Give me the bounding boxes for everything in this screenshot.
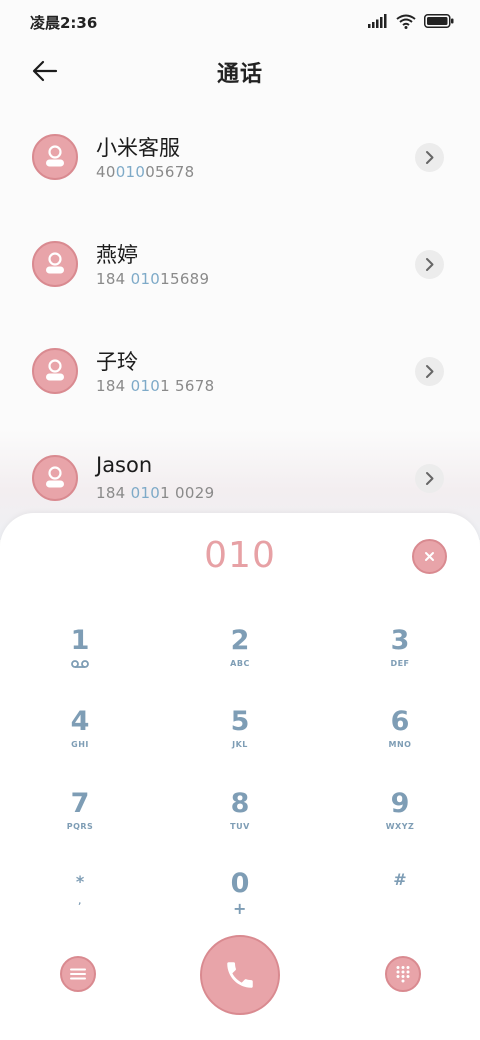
key-7[interactable]: 7 PQRS <box>20 788 140 848</box>
contact-item[interactable]: 小米客服 4001005678 <box>0 134 480 204</box>
key-letters: , <box>78 897 82 906</box>
key-digit: 6 <box>390 706 410 737</box>
key-letters: PQRS <box>66 822 94 831</box>
key-letters: WXYZ <box>385 822 415 831</box>
header: 通话 <box>0 48 480 96</box>
keypad-grid-icon <box>396 966 410 983</box>
key-digit: 2 <box>230 625 250 656</box>
contact-avatar <box>32 348 78 394</box>
contact-number: 184 01015689 <box>96 270 209 288</box>
contact-detail-button[interactable] <box>415 143 444 172</box>
contact-number: 184 0101 5678 <box>96 377 214 395</box>
key-digit: 1 <box>70 625 90 656</box>
key-digit: 7 <box>70 788 90 819</box>
person-icon <box>46 252 64 274</box>
menu-button[interactable] <box>60 956 96 992</box>
contact-item[interactable]: 燕婷 184 01015689 <box>0 241 480 311</box>
number-match: 010 <box>130 377 161 395</box>
close-icon <box>425 552 434 561</box>
key-0[interactable]: 0 + <box>180 868 300 928</box>
dial-input[interactable]: 010 <box>0 535 480 576</box>
chevron-right-icon <box>426 365 434 378</box>
clear-button[interactable] <box>412 539 447 574</box>
phone-icon <box>227 962 253 988</box>
contact-name: 小米客服 <box>96 136 180 160</box>
contact-name: 燕婷 <box>96 243 138 267</box>
wifi-icon <box>396 14 416 29</box>
call-button[interactable] <box>200 935 280 1015</box>
key-letters: ABC <box>230 659 250 668</box>
key-9[interactable]: 9 WXYZ <box>340 788 460 848</box>
chevron-right-icon <box>426 151 434 164</box>
key-letters: + <box>233 899 247 918</box>
key-5[interactable]: 5 JKL <box>180 706 300 766</box>
contact-detail-button[interactable] <box>415 464 444 493</box>
key-8[interactable]: 8 TUV <box>180 788 300 848</box>
menu-icon <box>70 968 86 980</box>
key-digit: 3 <box>390 625 410 656</box>
key-letters: MNO <box>388 740 412 749</box>
key-letters: TUV <box>230 822 250 831</box>
voicemail-icon <box>71 660 89 668</box>
person-icon <box>46 466 64 488</box>
key-digit: * <box>75 872 85 891</box>
contact-name: 子玲 <box>96 350 138 374</box>
number-match: 010 <box>130 484 161 502</box>
number-prefix: 184 <box>96 377 131 395</box>
status-icons <box>368 13 454 29</box>
key-digit: # <box>393 870 407 889</box>
contact-detail-button[interactable] <box>415 250 444 279</box>
contact-avatar <box>32 455 78 501</box>
page-title: 通话 <box>216 62 263 87</box>
number-match: 010 <box>115 163 146 181</box>
key-hash[interactable]: # <box>340 867 460 927</box>
contact-name: Jason <box>96 453 153 477</box>
chevron-right-icon <box>426 472 434 485</box>
number-suffix: 15689 <box>160 270 210 288</box>
status-time: 凌晨2:36 <box>30 14 98 32</box>
key-digit: 9 <box>390 788 410 819</box>
number-suffix: 05678 <box>145 163 195 181</box>
dialpad-panel: 010 1 2 ABC 3 DEF 4 GHI 5 JKL 6 MNO 7 PQ… <box>0 513 480 1040</box>
contact-avatar <box>32 134 78 180</box>
key-star[interactable]: * , <box>20 869 140 929</box>
contact-detail-button[interactable] <box>415 357 444 386</box>
key-6[interactable]: 6 MNO <box>340 706 460 766</box>
key-3[interactable]: 3 DEF <box>340 625 460 685</box>
signal-icon <box>368 14 387 28</box>
contact-item[interactable]: 子玲 184 0101 5678 <box>0 348 480 418</box>
contact-avatar <box>32 241 78 287</box>
key-1[interactable]: 1 <box>20 625 140 685</box>
key-letters: DEF <box>390 659 410 668</box>
contact-number: 4001005678 <box>96 163 194 181</box>
key-4[interactable]: 4 GHI <box>20 706 140 766</box>
keypad-toggle-button[interactable] <box>385 956 421 992</box>
number-match: 010 <box>130 270 161 288</box>
number-prefix: 184 <box>96 270 131 288</box>
chevron-right-icon <box>426 258 434 271</box>
key-digit: 5 <box>230 706 250 737</box>
key-2[interactable]: 2 ABC <box>180 625 300 685</box>
number-suffix: 1 0029 <box>160 484 215 502</box>
key-letters: JKL <box>232 740 248 749</box>
contact-number: 184 0101 0029 <box>96 484 214 502</box>
number-prefix: 40 <box>96 163 116 181</box>
person-icon <box>46 359 64 381</box>
key-digit: 4 <box>70 706 90 737</box>
battery-icon <box>424 14 454 28</box>
status-bar: 凌晨2:36 <box>0 0 480 44</box>
key-digit: 0 <box>230 868 250 899</box>
number-suffix: 1 5678 <box>160 377 215 395</box>
person-icon <box>46 145 64 167</box>
key-letters: GHI <box>71 740 89 749</box>
key-digit: 8 <box>230 788 250 819</box>
number-prefix: 184 <box>96 484 131 502</box>
